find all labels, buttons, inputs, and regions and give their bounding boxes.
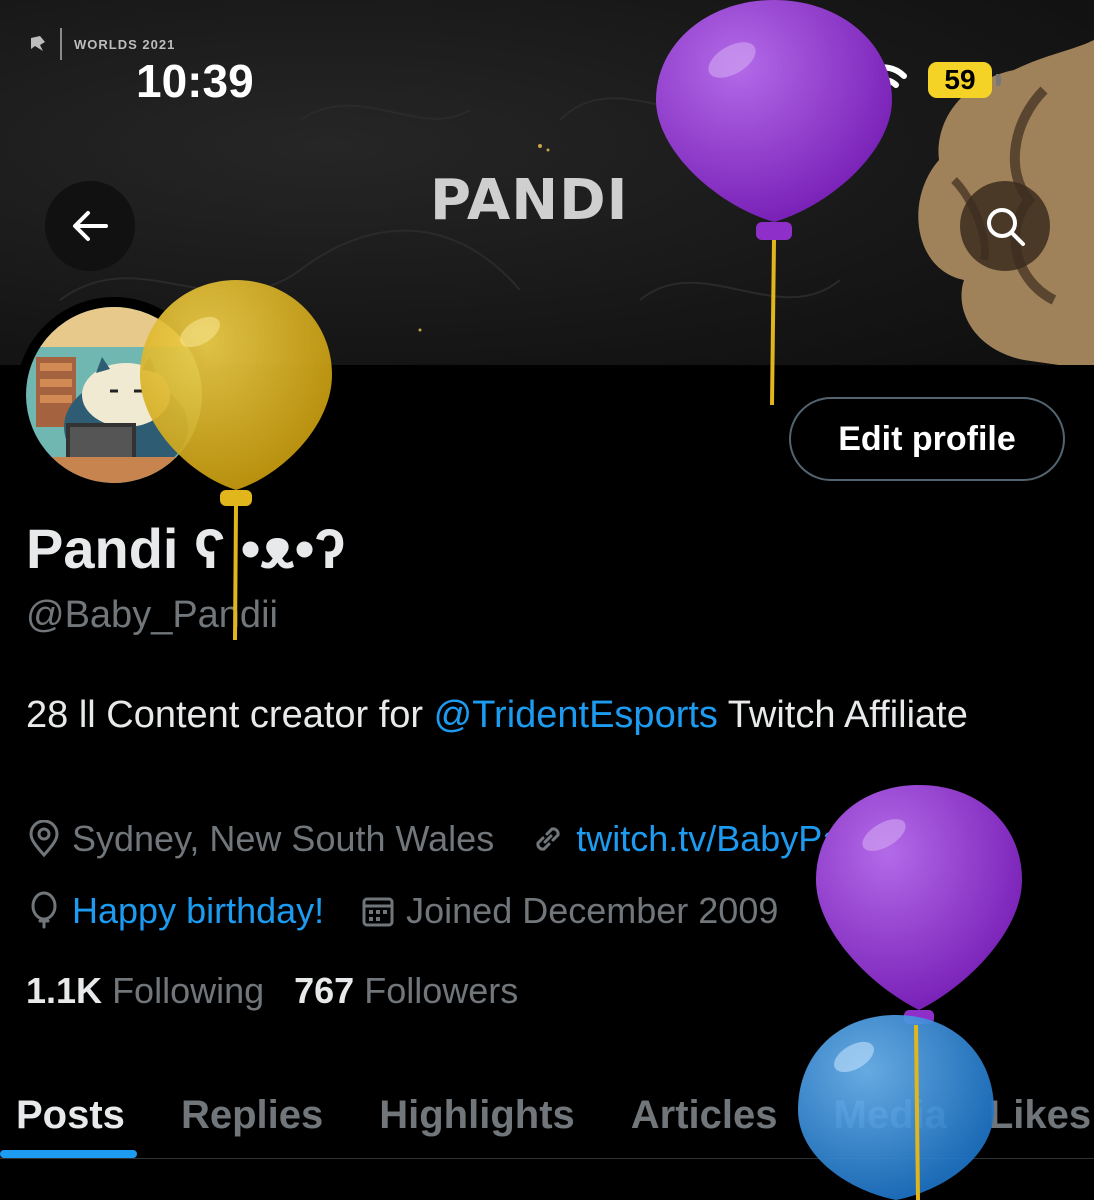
profile-meta-row-2: Happy birthday! Joined December 2009 (26, 890, 814, 932)
follow-stats: 1.1K Following 767 Followers (26, 970, 518, 1012)
status-divider (60, 28, 62, 60)
location-text: Sydney, New South Wales (72, 818, 495, 859)
avatar-frame[interactable] (16, 297, 212, 493)
user-handle: @Baby_Pandii (26, 594, 278, 636)
banner-title: PANDI (430, 168, 629, 233)
website-item[interactable]: twitch.tv/BabyPandii (530, 818, 898, 860)
birthday-text: Happy birthday! (72, 890, 325, 931)
following-stat[interactable]: 1.1K Following (26, 970, 264, 1012)
battery-indicator: 59 (928, 62, 992, 98)
joined-item: Joined December 2009 (360, 890, 778, 932)
arrow-left-icon (73, 211, 108, 241)
following-count: 1.1K (26, 970, 103, 1011)
bio-text-end: Twitch Affiliate (717, 694, 968, 736)
display-name: Pandi ʕ •ᴥ•ʔ (26, 517, 346, 580)
bio-text: 28 ll Content creator for (26, 694, 434, 736)
balloon-icon (31, 891, 57, 929)
cellular-signal-icon (784, 68, 828, 98)
team-logo-icon (31, 36, 45, 51)
avatar (26, 307, 202, 483)
location-pin-icon (29, 820, 59, 858)
joined-text: Joined December 2009 (406, 890, 779, 931)
battery-tip (996, 74, 1001, 86)
profile-bio: 28 ll Content creator for @TridentEsport… (26, 686, 1066, 744)
tabs-divider (0, 1158, 1094, 1159)
bio-mention-link[interactable]: @TridentEsports (434, 694, 718, 736)
edit-profile-button[interactable]: Edit profile (789, 397, 1065, 481)
event-label: WORLDS 2021 (74, 36, 176, 52)
back-button[interactable] (45, 181, 135, 271)
status-time: 10:39 (136, 55, 254, 107)
search-button[interactable] (960, 181, 1050, 271)
website-link[interactable]: twitch.tv/BabyPandii (576, 818, 898, 860)
following-label: Following (112, 970, 265, 1011)
tab-highlights[interactable]: Highlights (363, 1085, 591, 1145)
location-item: Sydney, New South Wales (26, 818, 494, 860)
tab-articles[interactable]: Articles (615, 1085, 794, 1145)
followers-label: Followers (364, 970, 519, 1011)
tab-media[interactable]: Media (818, 1085, 963, 1145)
followers-stat[interactable]: 767 Followers (294, 970, 518, 1012)
wifi-icon (859, 64, 907, 100)
birthday-item: Happy birthday! (26, 890, 324, 932)
followers-count: 767 (294, 970, 355, 1011)
search-icon (987, 208, 1025, 246)
tab-posts[interactable]: Posts (0, 1085, 141, 1145)
tab-replies[interactable]: Replies (165, 1085, 339, 1145)
tab-likes[interactable]: Likes (973, 1085, 1094, 1145)
calendar-icon (362, 897, 394, 927)
link-icon (536, 827, 560, 851)
profile-meta-row: Sydney, New South Wales twitch.tv/BabyPa… (26, 818, 934, 860)
active-tab-indicator (0, 1150, 137, 1158)
profile-tabs: Posts Replies Highlights Articles Media … (0, 1070, 1094, 1160)
